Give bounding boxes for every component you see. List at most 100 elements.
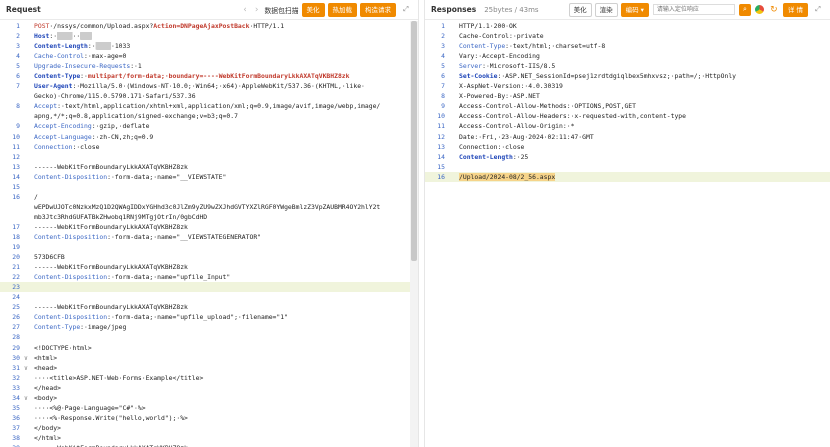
search-icon[interactable]: ⌕ — [738, 3, 751, 16]
code-line: apng,*/*;q=0.8,application/signed-exchan… — [0, 111, 418, 121]
prev-arrow-icon[interactable]: ‹ — [243, 5, 247, 15]
code-token: Accept — [34, 102, 58, 111]
code-line: 11 Connection:·close — [0, 142, 418, 152]
fold-gutter — [449, 142, 459, 152]
line-text: Content-Disposition:·form-data;·name="up… — [34, 272, 418, 282]
code-token: Host — [34, 32, 50, 41]
code-token: ····<title>ASP.NET·Web·Forms·Example</ti… — [34, 373, 204, 382]
fold-gutter — [24, 373, 34, 383]
code-token: Content-Length — [459, 152, 513, 161]
line-number: 2 — [16, 32, 20, 41]
code-line: 14 Content-Disposition:·form-data;·name="… — [0, 172, 418, 182]
line-number: 12 — [437, 132, 445, 141]
code-line: 34 ∨ <body> — [0, 393, 418, 403]
detail-button[interactable]: 详 情 — [782, 2, 808, 17]
code-token: Cache-Control — [34, 52, 85, 61]
beautify-button[interactable]: 美化 — [301, 2, 325, 17]
line-number: 8 — [16, 102, 20, 111]
fold-gutter — [24, 202, 34, 212]
request-scrollbar[interactable] — [410, 21, 418, 447]
code-token: :·25 — [512, 152, 529, 161]
code-line: 5 Upgrade-Insecure-Requests:·1 — [0, 61, 418, 71]
code-token: <!DOCTYPE·html> — [34, 343, 92, 352]
code-token: ------WebKitFormBoundaryLkkAXATqVKBHZ8zk — [34, 222, 188, 231]
code-line: 18 Content-Disposition:·form-data;·name="… — [0, 232, 418, 242]
code-line: 29 <!DOCTYPE·html> — [0, 343, 418, 353]
code-token: </html> — [34, 433, 61, 442]
line-number: 16 — [437, 172, 445, 181]
next-arrow-icon[interactable]: › — [255, 5, 259, 15]
fold-gutter — [24, 31, 34, 41]
code-token: :·form-data;·name="upfile_upload";·filen… — [107, 313, 288, 322]
scan-button[interactable]: 数据包扫描 — [265, 5, 299, 15]
code-token: POST — [34, 22, 50, 30]
fold-gutter — [449, 71, 459, 81]
line-text — [34, 332, 418, 342]
line-text: Host:·████··███ — [34, 31, 418, 41]
line-number: 15 — [437, 162, 445, 171]
line-number: 10 — [437, 112, 445, 121]
encoding-dropdown[interactable]: 编码 ▾ — [620, 2, 649, 17]
build-request-button[interactable]: 构造请求 — [360, 2, 396, 17]
code-token: :· — [87, 42, 96, 51]
code-line: 9 Access-Control-Allow-Methods:·OPTIONS,P… — [425, 101, 830, 111]
fold-chevron-icon[interactable]: ∨ — [24, 393, 34, 403]
code-line: 1 HTTP/1.1·200·OK — [425, 21, 830, 31]
line-number: 17 — [12, 222, 20, 231]
line-text: Content-Type:·multipart/form-data;·bound… — [34, 71, 418, 81]
line-text: Content-Disposition:·form-data;·name="__… — [34, 232, 418, 242]
fold-gutter — [449, 31, 459, 41]
code-line: 7 X-AspNet-Version:·4.0.30319 — [425, 81, 830, 91]
code-token: Vary:·Accept-Encoding — [459, 52, 540, 61]
code-line: 36 ····<%·Response.Write("hello,world");·… — [0, 413, 418, 423]
code-line: 13 Connection:·close — [425, 142, 830, 152]
line-number: 13 — [437, 142, 445, 151]
expand-icon[interactable]: ⤢ — [400, 4, 412, 16]
beautify-button[interactable]: 美化 — [568, 2, 592, 17]
line-text: ------WebKitFormBoundaryLkkAXATqVKBHZ8zk — [34, 443, 418, 447]
fold-chevron-icon[interactable]: ∨ — [24, 353, 34, 363]
code-token: :·Microsoft-IIS/8.5 — [482, 62, 556, 71]
code-token: :·gzip,·deflate — [91, 122, 150, 131]
request-scrollbar-thumb[interactable] — [411, 21, 417, 261]
browser-icon[interactable] — [754, 5, 764, 14]
fold-gutter — [24, 121, 34, 131]
line-text: Connection:·close — [34, 142, 418, 152]
code-token: HTTP/1.1·200·OK — [459, 22, 517, 30]
fold-gutter — [24, 302, 34, 312]
fold-gutter — [24, 433, 34, 443]
request-editor[interactable]: 1 POST·/nssys/common/Upload.aspx?Action=D… — [0, 21, 418, 447]
line-number: 8 — [441, 92, 445, 101]
line-number: 20 — [12, 253, 20, 262]
code-token: /Upload/2024-08/2_56.aspx — [459, 172, 556, 181]
code-line: 16 / — [0, 192, 418, 202]
line-number: 25 — [12, 303, 20, 312]
response-viewer[interactable]: 1 HTTP/1.1·200·OK 2 Cache-Control:·private 3… — [425, 21, 830, 447]
line-text: <html> — [34, 353, 418, 363]
line-text: Connection:·close — [459, 142, 830, 152]
line-text: 573D6CFB — [34, 252, 418, 262]
code-line: 8 Accept:·text/html,application/xhtml+xml… — [0, 101, 418, 111]
expand-icon[interactable]: ⤢ — [812, 4, 824, 16]
line-number: 3 — [441, 42, 445, 51]
code-token: :·zh-CN,zh;q=0.9 — [91, 132, 154, 141]
fold-gutter — [24, 51, 34, 61]
code-token: ------WebKitFormBoundaryLkkAXATqVKBHZ8zk — [34, 162, 188, 171]
code-token: :·ASP.NET_SessionId=psej1zrdtdgiqlbex5mh… — [497, 72, 737, 81]
line-text: Server:·Microsoft-IIS/8.5 — [459, 61, 830, 71]
render-button[interactable]: 渲染 — [594, 2, 618, 17]
fold-chevron-icon[interactable]: ∨ — [24, 363, 34, 373]
code-token: ------WebKitFormBoundaryLkkAXATqVKBHZ8zk — [34, 263, 188, 272]
line-text: Set-Cookie:·ASP.NET_SessionId=psej1zrdtd… — [459, 71, 830, 81]
line-number: 15 — [12, 182, 20, 191]
code-token: Content-Disposition — [34, 172, 108, 181]
code-line: 2 Host:·████··███ — [0, 31, 418, 41]
hot-load-button[interactable]: 热加载 — [327, 2, 357, 17]
line-text: User-Agent:·Mozilla/5.0·(Windows·NT·10.0… — [34, 81, 418, 91]
response-search-input[interactable] — [652, 4, 735, 15]
line-number: 21 — [12, 263, 20, 272]
refresh-icon[interactable]: ↻ — [768, 4, 780, 16]
code-token: :·1 — [130, 62, 142, 71]
line-text: Date:·Fri,·23·Aug·2024·02:11:47·GMT — [459, 132, 830, 142]
request-toolbar: Request ‹ › 数据包扫描 美化 热加载 构造请求 ⤢ — [0, 0, 418, 20]
